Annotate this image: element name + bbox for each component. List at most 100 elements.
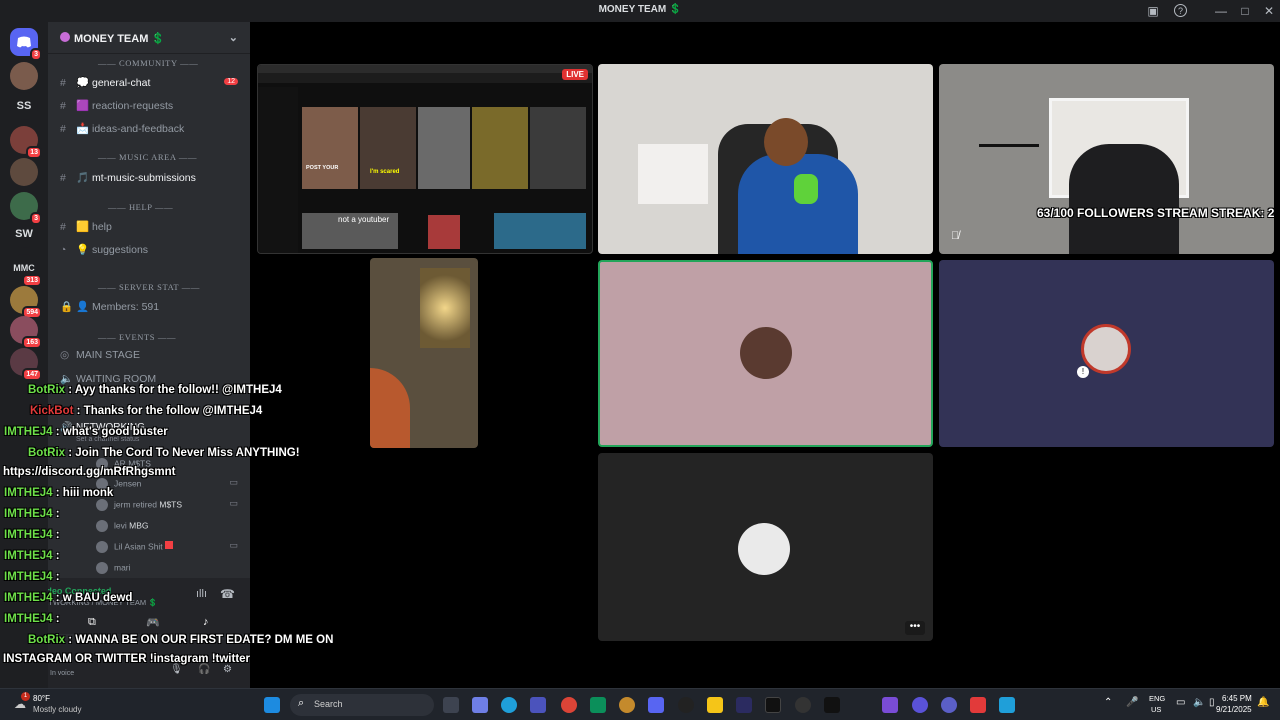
region[interactable]: US	[1151, 705, 1161, 714]
video-thumbnail[interactable]	[472, 107, 528, 189]
channel-general-chat[interactable]: # 💭 general-chat	[60, 76, 150, 89]
app-icon[interactable]	[912, 697, 928, 713]
noise-suppression-icon[interactable]: ıllı	[196, 588, 207, 600]
app-icon[interactable]	[999, 697, 1015, 713]
server-icon[interactable]: SS	[10, 92, 38, 120]
soundboard-icon[interactable]: ♪	[203, 616, 209, 628]
file-explorer-icon[interactable]	[707, 697, 723, 713]
server-icon[interactable]: 147	[10, 348, 42, 381]
app-icon[interactable]	[941, 697, 957, 713]
server-icon[interactable]: 13	[10, 126, 42, 159]
category-community[interactable]: —— COMMUNITY ——	[98, 58, 198, 68]
mic-icon[interactable]: 🎤	[1126, 697, 1138, 708]
video-thumbnail[interactable]	[494, 213, 586, 249]
help-icon[interactable]: ?	[1174, 4, 1187, 17]
server-icon[interactable]: SW	[10, 220, 38, 248]
discord-icon[interactable]	[648, 697, 664, 713]
channel-main-stage[interactable]: ◎ MAIN STAGE	[60, 349, 140, 361]
video-thumbnail[interactable]: not a youtuber	[302, 213, 398, 249]
taskbar-search[interactable]: ⌕ Search	[290, 694, 434, 716]
chevron-up-icon[interactable]: ⌃	[1104, 697, 1112, 708]
voice-user-name: Lil Asian Shit	[114, 541, 163, 552]
channel-ideas-and-feedback[interactable]: # 📩 ideas-and-feedback	[60, 122, 184, 135]
premiere-icon[interactable]	[736, 697, 752, 713]
voice-user[interactable]: levi MBG	[96, 520, 149, 532]
video-thumbnail[interactable]	[530, 107, 586, 189]
chat-username: IMTHEJ4	[4, 613, 53, 625]
more-options-icon[interactable]: •••	[905, 621, 925, 635]
capcut-icon[interactable]	[824, 697, 840, 713]
category-events[interactable]: —— EVENTS ——	[98, 332, 176, 342]
headphones-icon[interactable]: 🎧	[198, 664, 210, 675]
language[interactable]: ENG	[1149, 694, 1165, 703]
app-icon[interactable]	[970, 697, 986, 713]
voice-user[interactable]: mari	[96, 562, 131, 574]
category-music[interactable]: —— MUSIC AREA ——	[98, 152, 197, 162]
inbox-icon[interactable]: ▣	[1144, 2, 1162, 20]
activity-icon[interactable]: 🎮	[146, 616, 160, 629]
string-lights	[420, 268, 470, 348]
video-thumbnail[interactable]	[428, 215, 460, 249]
video-thumbnail[interactable]: POST YOUR	[302, 107, 358, 189]
channel-members[interactable]: 🔒 👤 Members: 591	[60, 300, 159, 313]
battery-icon[interactable]: ▯	[1209, 697, 1215, 708]
category-help[interactable]: —— HELP ——	[108, 202, 173, 212]
voice-user[interactable]: jerm retired M$TS	[96, 499, 182, 511]
server-icon[interactable]: 163	[10, 316, 42, 349]
voice-user-name: levi	[114, 520, 127, 531]
server-icon[interactable]: 594	[10, 286, 42, 319]
chat-message: BotRix : Join The Cord To Never Miss ANY…	[4, 447, 300, 459]
participant-avatar-tile[interactable]: •••	[598, 453, 933, 641]
server-icon[interactable]	[10, 62, 38, 90]
edge-icon[interactable]	[501, 697, 517, 713]
close-button[interactable]: ✕	[1260, 2, 1278, 20]
obs-icon[interactable]	[678, 697, 694, 713]
video-thumbnail[interactable]: I'm scared	[360, 107, 416, 189]
bell-icon[interactable]: 🔔	[1257, 697, 1269, 708]
task-view-icon[interactable]	[443, 697, 459, 713]
vertical-video-tile[interactable]	[370, 258, 478, 448]
screen-share-tile[interactable]: LIVE POST YOUR I'm scared not a youtuber	[257, 64, 593, 254]
minimize-button[interactable]: —	[1212, 2, 1230, 20]
participant-avatar-tile[interactable]	[598, 260, 933, 447]
volume-icon[interactable]: 🔈	[1193, 697, 1205, 708]
channel-suggestions[interactable]: ◔ 💡 suggestions	[60, 243, 148, 256]
tiktok-icon[interactable]	[765, 697, 781, 713]
network-icon[interactable]: ▭	[1176, 697, 1185, 708]
chevron-down-icon[interactable]: ⌄	[229, 31, 238, 44]
chrome-icon[interactable]	[561, 697, 577, 713]
speech-bubble-icon: 💭	[76, 77, 90, 89]
voice-user[interactable]: Lil Asian Shit	[96, 541, 174, 553]
server-icon[interactable]: MMC 313	[10, 254, 42, 287]
video-thumbnail[interactable]	[418, 107, 470, 189]
app-icon[interactable]	[619, 697, 635, 713]
clock-time[interactable]: 6:45 PM	[1222, 694, 1252, 703]
mic-icon[interactable]: 🎙	[170, 664, 183, 675]
app-icon[interactable]	[590, 697, 606, 713]
participant-video-tile[interactable]: 63/100 FOLLOWERS STREAM STREAK: 20/100 🎙…	[939, 64, 1274, 254]
media-player-icon[interactable]	[795, 697, 811, 713]
server-icon[interactable]: 3	[10, 192, 42, 225]
maximize-button[interactable]: □	[1236, 2, 1254, 20]
discord-home-icon[interactable]: 3	[10, 28, 42, 61]
disconnect-icon[interactable]: ☎	[220, 587, 235, 601]
avatar	[96, 520, 108, 532]
browser-toolbar	[258, 73, 592, 83]
channel-help[interactable]: # 🟨 help	[60, 220, 112, 233]
category-server-stat[interactable]: —— SERVER STAT ——	[98, 282, 200, 292]
live-badge: LIVE	[562, 69, 588, 80]
gear-icon[interactable]: ⚙	[223, 664, 232, 675]
channel-mt-music-submissions[interactable]: # 🎵 mt-music-submissions	[60, 171, 196, 184]
app-icon[interactable]	[882, 697, 898, 713]
windows-start-icon[interactable]	[264, 697, 280, 713]
channel-reaction-requests[interactable]: # 🟪 reaction-requests	[60, 99, 173, 112]
server-header[interactable]: MONEY TEAM 💲 ⌄	[48, 22, 250, 54]
screen-share-icon[interactable]: ⧉	[88, 616, 96, 629]
teams-icon[interactable]	[530, 697, 546, 713]
clock-date[interactable]: 9/21/2025	[1216, 705, 1252, 714]
copilot-icon[interactable]	[472, 697, 488, 713]
participant-avatar-tile[interactable]: !	[939, 260, 1274, 447]
server-icon[interactable]	[10, 158, 38, 186]
participant-video-tile[interactable]	[598, 64, 933, 254]
hash-icon: #	[60, 77, 66, 89]
